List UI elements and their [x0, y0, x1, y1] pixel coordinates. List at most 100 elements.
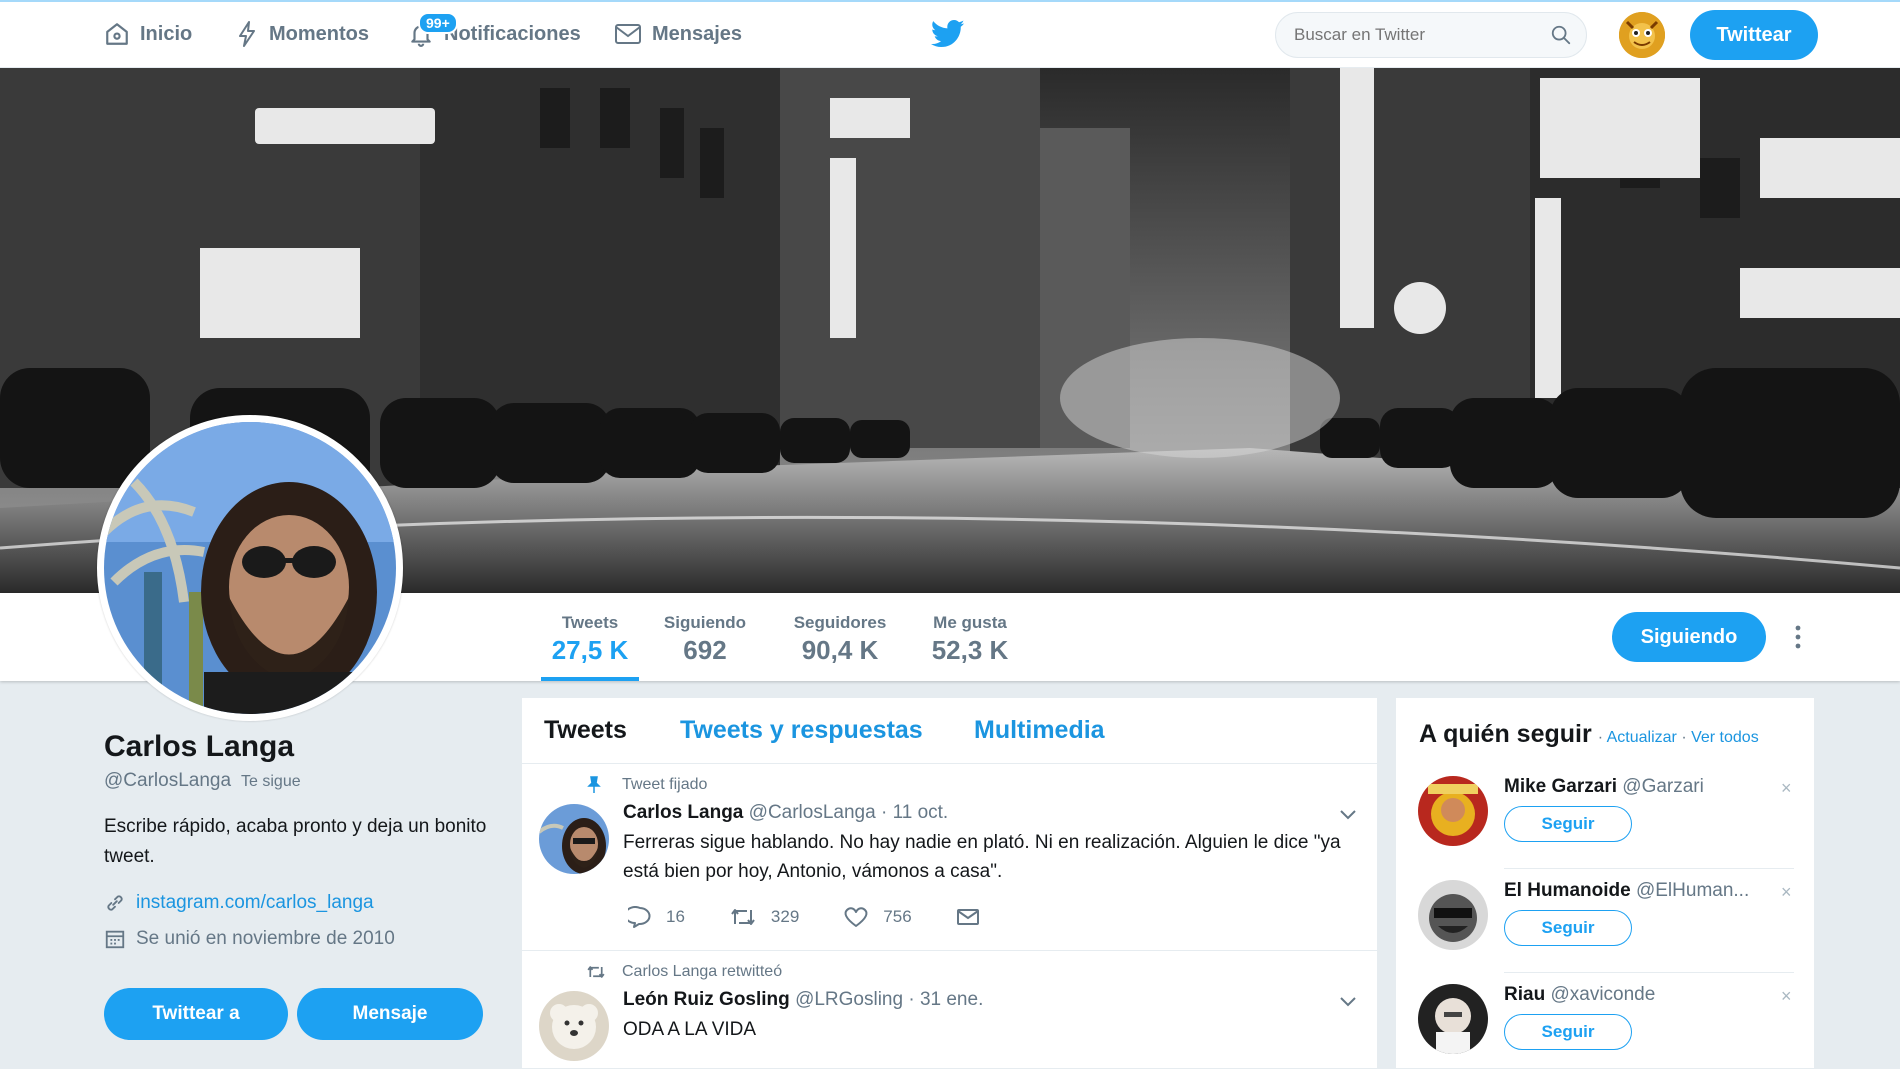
nav-label-momentos: Momentos: [269, 22, 369, 45]
tweet-author-name[interactable]: Carlos Langa: [623, 802, 743, 823]
stat-tweets[interactable]: Tweets 27,5 K: [541, 593, 639, 681]
suggestion-item: Mike Garzari @Garzari × Seguir: [1396, 768, 1816, 872]
profile-link-row: instagram.com/carlos_langa: [104, 892, 504, 914]
suggestion-avatar[interactable]: [1418, 880, 1488, 950]
tweet-avatar[interactable]: [539, 991, 609, 1061]
profile-card: Carlos Langa @CarlosLanga Te sigue Escrib…: [104, 730, 504, 1040]
tweet-avatar[interactable]: [539, 804, 609, 874]
profile-handle-row: @CarlosLanga Te sigue: [104, 770, 504, 792]
following-button[interactable]: Siguiendo: [1612, 612, 1766, 662]
stat-tweets-value: 27,5 K: [551, 635, 629, 665]
tweet-actions: 16 329 756: [628, 906, 1038, 928]
suggestion-avatar[interactable]: [1418, 984, 1488, 1054]
profile-handle[interactable]: @CarlosLanga: [104, 770, 231, 791]
stat-siguiendo[interactable]: Siguiendo 692: [661, 593, 749, 681]
who-to-follow-header: A quién seguir · Actualizar · Ver todos: [1419, 720, 1759, 749]
suggestion-item: Riau @xaviconde × Seguir: [1396, 976, 1816, 1069]
follow-button[interactable]: Seguir: [1504, 1014, 1632, 1050]
chevron-down-icon[interactable]: [1338, 995, 1358, 1009]
nav-label-mensajes: Mensajes: [652, 22, 743, 45]
stat-me-gusta[interactable]: Me gusta 52,3 K: [928, 593, 1012, 681]
stat-seguidores[interactable]: Seguidores 90,4 K: [790, 593, 890, 681]
suggestion-divider: [1504, 972, 1794, 973]
suggestion-handle[interactable]: @Garzari: [1622, 776, 1704, 797]
tweet-context-label: Tweet fijado: [622, 776, 708, 793]
tweet-header: Carlos Langa @CarlosLanga · 11 oct.: [623, 802, 948, 824]
chevron-down-icon[interactable]: [1338, 808, 1358, 822]
retweet-action[interactable]: 329: [729, 906, 799, 928]
retweet-icon: [731, 909, 755, 925]
envelope-icon: [615, 24, 641, 44]
suggestion-name[interactable]: Riau: [1504, 984, 1545, 1005]
profile-joined-row: Se unió en noviembre de 2010: [104, 928, 504, 950]
profile-bio: Escribe rápido, acaba pronto y deja un b…: [104, 816, 487, 867]
tweet-text: ODA A LA VIDA: [623, 1019, 757, 1040]
suggestion-name[interactable]: Mike Garzari: [1504, 776, 1617, 797]
follow-button[interactable]: Seguir: [1504, 910, 1632, 946]
tweet-item[interactable]: Tweet fijado Carlos Langa @CarlosLanga ·…: [522, 764, 1379, 950]
like-count: 756: [883, 907, 912, 926]
tweet-item[interactable]: Carlos Langa retwitteó León Ruiz Gosling…: [522, 951, 1379, 1069]
suggestion-handle[interactable]: @xaviconde: [1550, 984, 1655, 1005]
retweet-count: 329: [770, 907, 800, 926]
tweet-author-handle[interactable]: @CarlosLanga: [749, 802, 876, 823]
search-input[interactable]: [1294, 25, 1550, 45]
twitter-bird-logo[interactable]: [931, 19, 965, 49]
follow-button[interactable]: Seguir: [1504, 806, 1632, 842]
profile-joined: Se unió en noviembre de 2010: [136, 928, 395, 949]
follows-you-label: Te sigue: [241, 773, 301, 790]
suggestion-header: Riau @xaviconde: [1504, 984, 1766, 1006]
stat-me-gusta-value: 52,3 K: [931, 635, 1009, 665]
nav-item-mensajes[interactable]: Mensajes: [614, 0, 742, 68]
tweet-date[interactable]: · 11 oct.: [881, 802, 948, 823]
close-icon[interactable]: ×: [1781, 778, 1792, 799]
suggestion-name[interactable]: El Humanoide: [1504, 880, 1631, 901]
profile-avatar[interactable]: [97, 415, 403, 721]
profile-name[interactable]: Carlos Langa: [104, 730, 504, 764]
tweet-author-handle[interactable]: @LRGosling: [795, 989, 903, 1010]
nav-item-momentos[interactable]: Momentos: [235, 0, 369, 68]
refresh-link[interactable]: Actualizar: [1607, 729, 1677, 746]
tweet-context: Carlos Langa retwitteó: [587, 963, 782, 981]
nav-item-notificaciones[interactable]: Notificaciones 99+: [408, 0, 581, 68]
nav-item-inicio[interactable]: Inicio: [104, 0, 192, 68]
timeline: Tweets Tweets y respuestas Multimedia Tw…: [521, 697, 1379, 1069]
reply-count: 16: [666, 907, 685, 926]
stat-siguiendo-value: 692: [683, 635, 727, 665]
tweet-avatar-image: [539, 804, 609, 874]
tweet-button[interactable]: Twittear: [1690, 10, 1818, 60]
view-all-link[interactable]: Ver todos: [1691, 729, 1759, 746]
suggestion-avatar[interactable]: [1418, 776, 1488, 846]
tab-tweets-y-respuestas[interactable]: Tweets y respuestas: [680, 716, 923, 745]
close-icon[interactable]: ×: [1781, 882, 1792, 903]
more-options-icon[interactable]: [1790, 623, 1806, 651]
link-separator: ·: [1597, 729, 1604, 746]
like-action[interactable]: 756: [843, 906, 912, 928]
tweet-date[interactable]: · 31 ene.: [908, 989, 983, 1010]
suggestion-handle[interactable]: @ElHuman...: [1636, 880, 1749, 901]
profile-link[interactable]: instagram.com/carlos_langa: [136, 892, 374, 914]
stat-seguidores-label: Seguidores: [793, 613, 887, 632]
tweet-author-name[interactable]: León Ruiz Gosling: [623, 989, 790, 1010]
dm-action[interactable]: [956, 907, 994, 927]
stat-me-gusta-label: Me gusta: [933, 613, 1007, 632]
stat-tweets-label: Tweets: [561, 613, 619, 632]
stat-siguiendo-label: Siguiendo: [663, 613, 747, 632]
reply-action[interactable]: 16: [628, 906, 685, 928]
suggestion-divider: [1504, 868, 1794, 869]
search-box[interactable]: [1275, 12, 1587, 58]
suggestion-avatar-image: [1418, 776, 1488, 846]
tweet-to-button[interactable]: Twittear a: [104, 988, 288, 1040]
tab-tweets[interactable]: Tweets: [544, 716, 627, 745]
search-icon[interactable]: [1550, 24, 1572, 46]
lightning-icon: [239, 21, 255, 47]
reply-icon: [628, 906, 651, 928]
close-icon[interactable]: ×: [1781, 986, 1792, 1007]
account-avatar-image: [1619, 12, 1665, 58]
nav-label-notificaciones: Notificaciones: [444, 22, 581, 45]
home-icon: [106, 23, 128, 45]
message-button[interactable]: Mensaje: [297, 988, 483, 1040]
account-avatar[interactable]: [1619, 12, 1665, 58]
tab-multimedia[interactable]: Multimedia: [974, 716, 1105, 745]
timeline-tabs: Tweets Tweets y respuestas Multimedia: [522, 698, 1377, 764]
